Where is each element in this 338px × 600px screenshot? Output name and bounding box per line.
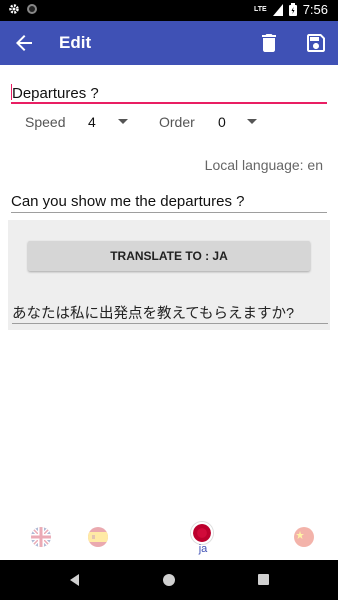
floppy-disk-icon xyxy=(307,34,325,52)
delete-button[interactable] xyxy=(257,31,281,55)
translation-result-input[interactable]: あなたは私に出発点を教えてもらえますか? xyxy=(12,302,328,324)
circle-icon xyxy=(27,4,37,14)
signal-icon xyxy=(272,3,283,16)
trash-icon xyxy=(262,34,276,52)
clock: 7:56 xyxy=(302,2,328,17)
english-text-value: Can you show me the departures ? xyxy=(11,193,245,210)
network-label: LTE xyxy=(253,6,267,13)
status-bar: LTE 7:56 xyxy=(0,0,338,21)
phrase-input-value: Departures ? xyxy=(12,85,99,102)
phrase-input[interactable]: Departures ? xyxy=(11,82,327,104)
japan-flag-icon xyxy=(191,522,213,544)
translation-panel: TRANSLATE TO : JA あなたは私に出発点を教えてもらえますか? xyxy=(8,220,330,330)
page-title: Edit xyxy=(59,33,92,52)
gear-icon xyxy=(9,4,19,14)
speed-label: Speed xyxy=(25,114,66,130)
local-language-label: Local language: en xyxy=(204,157,323,173)
arrow-left-icon xyxy=(16,35,32,51)
translate-button[interactable]: TRANSLATE TO : JA xyxy=(28,241,310,271)
nav-item-japanese-label: ja xyxy=(198,543,208,555)
nav-item-spanish[interactable] xyxy=(57,514,141,560)
speed-select[interactable]: 4 xyxy=(88,114,96,130)
uk-flag-icon xyxy=(31,527,51,547)
speed-dropdown-arrow-icon[interactable] xyxy=(118,119,128,124)
china-flag-icon xyxy=(294,527,314,547)
bottom-navigation: ja xyxy=(0,514,338,560)
recents-icon[interactable] xyxy=(258,574,269,585)
spain-flag-icon xyxy=(88,527,108,547)
order-label: Order xyxy=(159,114,195,130)
save-button[interactable] xyxy=(304,31,328,55)
battery-icon xyxy=(288,3,297,16)
order-dropdown-arrow-icon[interactable] xyxy=(247,119,257,124)
app-bar: Edit xyxy=(0,21,338,65)
settings-row: Speed 4 Order 0 xyxy=(0,110,338,134)
nav-item-chinese[interactable] xyxy=(263,514,338,560)
order-select[interactable]: 0 xyxy=(218,114,226,130)
nav-item-japanese[interactable]: ja xyxy=(161,514,245,560)
back-icon[interactable] xyxy=(70,574,79,586)
home-icon[interactable] xyxy=(163,574,175,586)
english-text-input[interactable]: Can you show me the departures ? xyxy=(11,191,327,213)
back-button[interactable] xyxy=(12,31,36,55)
system-navigation-bar xyxy=(0,560,338,600)
